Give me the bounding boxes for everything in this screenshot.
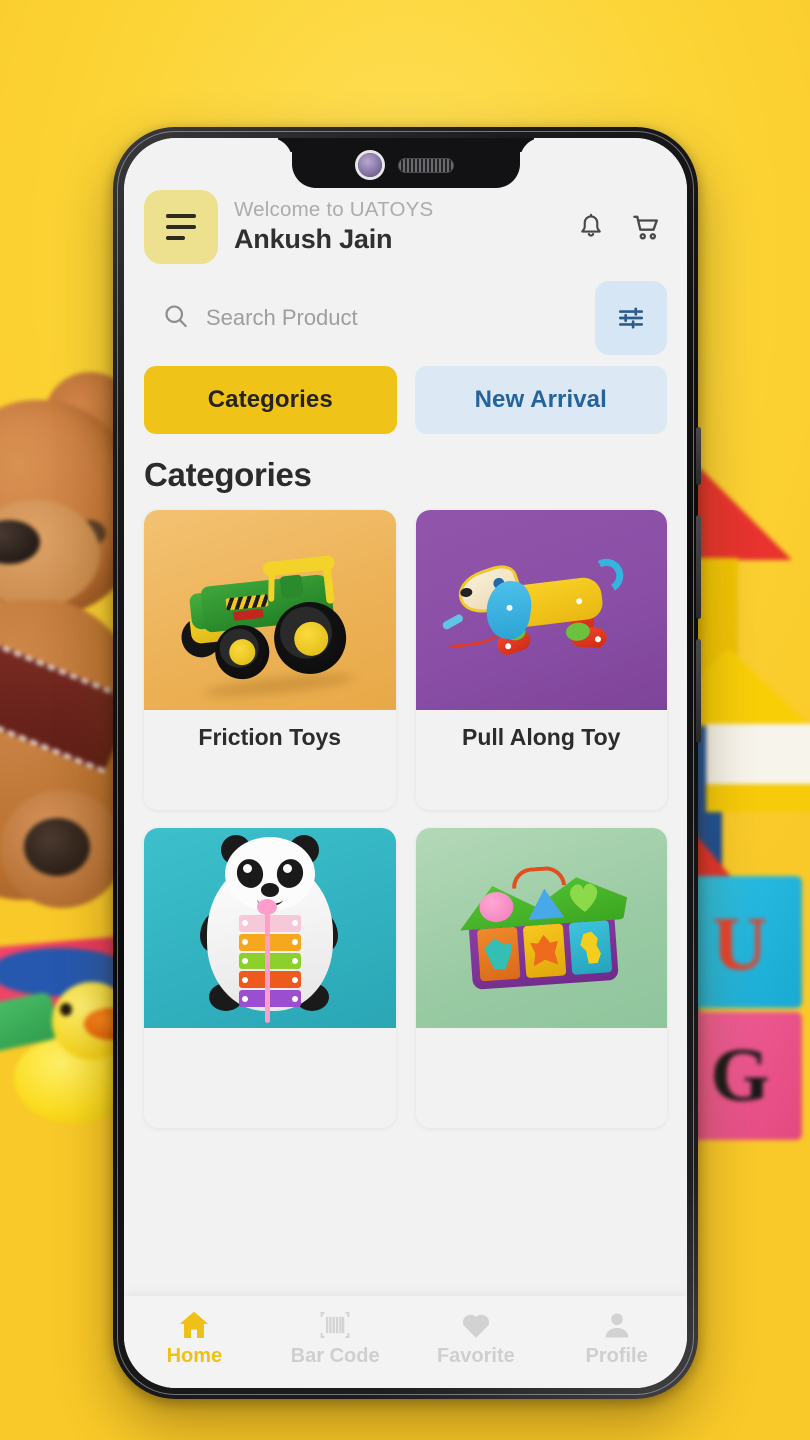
nav-label-barcode: Bar Code: [290, 1345, 380, 1367]
phone-button-power[interactable]: [696, 427, 701, 485]
earpiece-speaker-icon: [397, 157, 454, 173]
notification-bell-icon[interactable]: [576, 211, 606, 243]
nav-label-favorite: Favorite: [436, 1345, 515, 1367]
app-root: Welcome to UATOYS Ankush Jain Search Pro…: [124, 138, 687, 1388]
category-label-3: [144, 1028, 396, 1128]
shape-sorter-house-toy: [449, 857, 634, 999]
filter-sliders-icon[interactable]: [595, 281, 667, 355]
front-camera-icon: [357, 153, 382, 177]
home-icon: [177, 1310, 211, 1340]
greeting-block: Welcome to UATOYS Ankush Jain: [232, 197, 562, 256]
heart-icon: [459, 1310, 493, 1340]
bottom-navigation-bar: Home Bar Code Favorite Profile: [124, 1296, 687, 1388]
teddy-bear-paw-pad: [24, 818, 90, 876]
shopping-cart-icon[interactable]: [630, 211, 663, 244]
category-label-4: [416, 1028, 668, 1128]
search-box[interactable]: [144, 280, 583, 356]
tractor-toy: [169, 540, 371, 702]
phone-button-volume-up[interactable]: [696, 515, 701, 619]
person-icon: [602, 1310, 632, 1340]
phone-button-volume-down[interactable]: [696, 639, 701, 743]
pull-along-dog-toy: [434, 533, 648, 686]
hamburger-menu-icon[interactable]: [144, 190, 218, 264]
block-letter-u-glyph: U: [712, 902, 768, 987]
category-image-pull-along-toy: [415, 510, 667, 710]
block-yellow-bar: [706, 784, 810, 812]
category-image-4: [415, 828, 667, 1028]
nav-item-home[interactable]: Home: [124, 1310, 265, 1368]
category-card-4[interactable]: [415, 828, 668, 1128]
nav-item-barcode[interactable]: Bar Code: [265, 1310, 406, 1368]
search-icon: [162, 302, 190, 335]
phone-device-frame: Welcome to UATOYS Ankush Jain Search Pro…: [113, 127, 701, 1399]
category-label-friction-toys: Friction Toys: [198, 724, 342, 750]
block-letter-g-glyph: G: [710, 1033, 770, 1118]
barcode-icon: [319, 1310, 351, 1340]
category-card-3[interactable]: [144, 828, 396, 1128]
nav-item-profile[interactable]: Profile: [546, 1310, 687, 1368]
rubber-duck-eye: [60, 1003, 72, 1016]
category-card-pull-along-toy[interactable]: Pull Along Toy: [415, 510, 667, 810]
category-label-pull-along-toy: Pull Along Toy: [462, 724, 621, 750]
phone-notch: [291, 138, 520, 188]
welcome-text: Welcome to UATOYS: [234, 198, 434, 222]
category-image-friction-toys: [144, 510, 396, 710]
categories-grid: Friction Toys Pull Along Toy: [124, 494, 687, 1296]
phone-screen: Welcome to UATOYS Ankush Jain Search Pro…: [124, 138, 687, 1388]
category-card-friction-toys[interactable]: Friction Toys: [144, 510, 396, 810]
category-tabs: Categories New Arrival: [124, 356, 687, 434]
nav-label-profile: Profile: [585, 1345, 648, 1367]
page-title: Categories: [144, 456, 312, 493]
user-name: Ankush Jain: [234, 223, 393, 254]
block-white: [706, 724, 810, 784]
tab-categories[interactable]: Categories: [144, 366, 397, 434]
search-row: [124, 274, 687, 356]
tab-new-arrival[interactable]: New Arrival: [414, 366, 667, 434]
nav-label-home: Home: [166, 1345, 223, 1367]
category-image-3: [144, 828, 396, 1028]
panda-xylophone-toy: [193, 833, 345, 1023]
search-input[interactable]: [206, 305, 565, 331]
nav-item-favorite[interactable]: Favorite: [406, 1310, 547, 1368]
header-icons: [576, 211, 665, 244]
